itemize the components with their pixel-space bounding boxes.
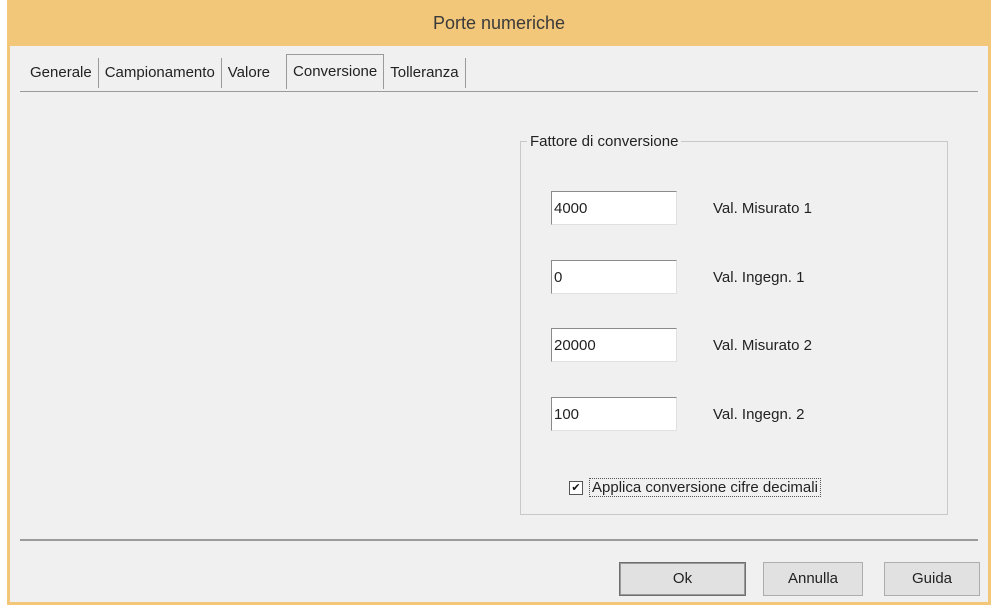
engineering-value-1-row: Val. Ingegn. 1: [551, 260, 804, 294]
tab-tolleranza[interactable]: Tolleranza: [384, 58, 466, 88]
measured-value-1-row: Val. Misurato 1: [551, 191, 812, 225]
measured-value-1-label: Val. Misurato 1: [713, 199, 812, 217]
cancel-button[interactable]: Annulla: [763, 562, 863, 596]
dialog-window: Porte numeriche Generale Campionamento V…: [7, 0, 991, 605]
measured-value-1-input[interactable]: [551, 191, 677, 225]
decimal-conversion-label[interactable]: Applica conversione cifre decimali: [589, 478, 821, 497]
engineering-value-2-row: Val. Ingegn. 2: [551, 397, 804, 431]
tab-panel-conversione: Fattore di conversione Val. Misurato 1 V…: [20, 91, 978, 541]
measured-value-2-input[interactable]: [551, 328, 677, 362]
engineering-value-1-input[interactable]: [551, 260, 677, 294]
tab-conversione[interactable]: Conversione: [286, 54, 385, 89]
tab-generale[interactable]: Generale: [24, 58, 99, 88]
decimal-conversion-checkbox[interactable]: ✔: [569, 480, 583, 495]
engineering-value-2-label: Val. Ingegn. 2: [713, 405, 805, 423]
tab-valore[interactable]: Valore: [222, 58, 286, 88]
engineering-value-2-input[interactable]: [551, 397, 677, 431]
conversion-factor-group: Fattore di conversione Val. Misurato 1 V…: [520, 133, 948, 515]
measured-value-2-label: Val. Misurato 2: [713, 336, 812, 354]
ok-button[interactable]: Ok: [619, 562, 746, 596]
help-button[interactable]: Guida: [884, 562, 980, 596]
tab-campionamento[interactable]: Campionamento: [99, 58, 222, 88]
engineering-value-1-label: Val. Ingegn. 1: [713, 268, 805, 286]
measured-value-2-row: Val. Misurato 2: [551, 328, 812, 362]
decimal-conversion-option[interactable]: ✔ Applica conversione cifre decimali: [569, 478, 821, 497]
tab-strip: Generale Campionamento Valore Conversion…: [24, 54, 466, 89]
group-title: Fattore di conversione: [527, 133, 682, 150]
window-title: Porte numeriche: [10, 0, 988, 46]
